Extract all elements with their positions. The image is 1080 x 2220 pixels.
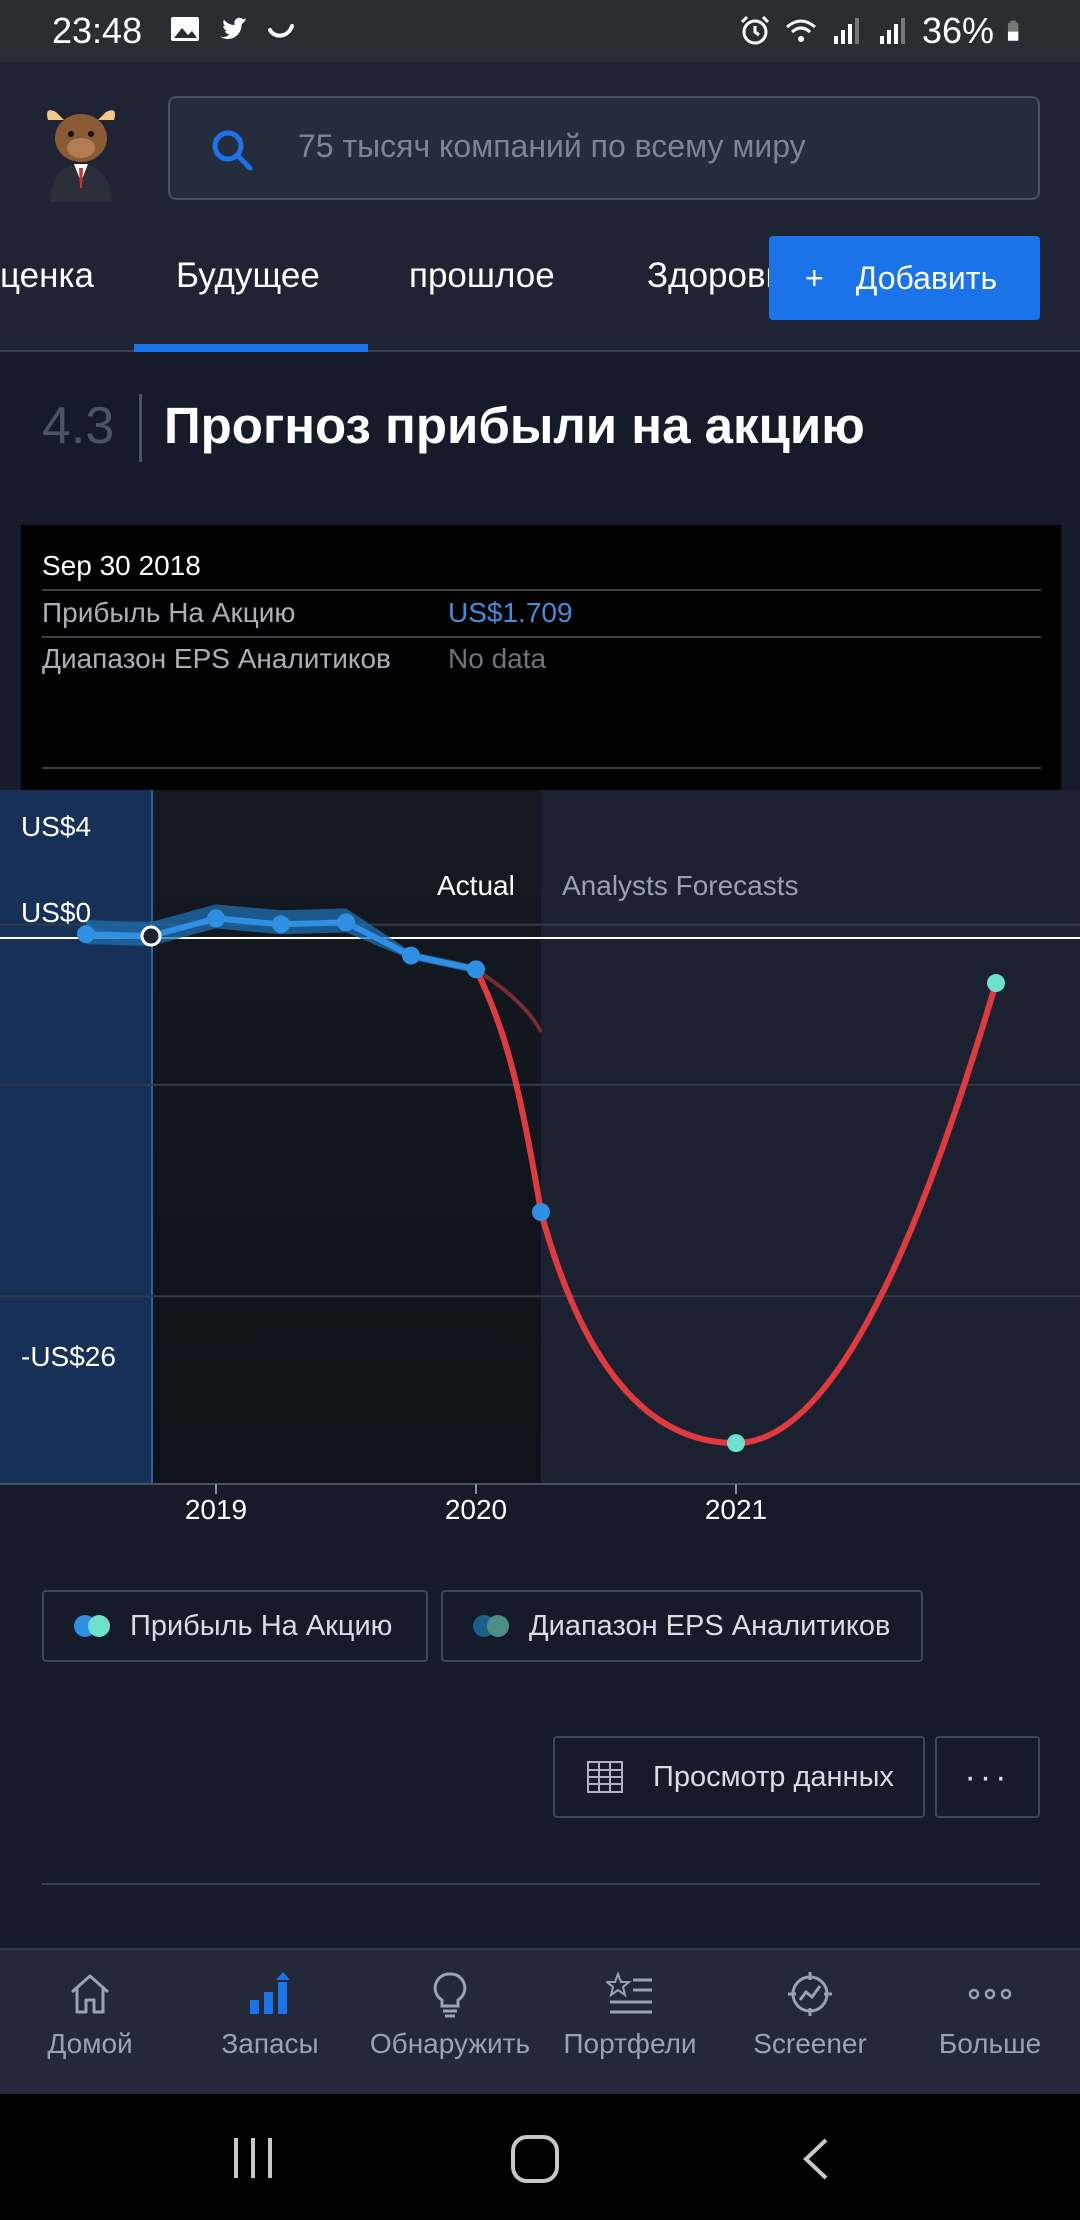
view-data-button[interactable]: Просмотр данных <box>553 1736 925 1818</box>
nav-home[interactable]: Домой <box>0 1970 180 2060</box>
forecast-point[interactable] <box>987 974 1005 993</box>
y-tick-label: US$0 <box>21 897 91 928</box>
battery-percent: 36% <box>921 10 994 51</box>
star-list-icon <box>606 1971 652 2014</box>
eps-point[interactable] <box>402 946 420 965</box>
eps-point[interactable] <box>207 909 225 928</box>
more-options-button[interactable]: ··· <box>935 1736 1040 1818</box>
home-icon <box>71 1974 109 2014</box>
alarm-icon <box>740 15 769 45</box>
eps-point[interactable] <box>337 913 355 932</box>
recent-apps-icon[interactable] <box>230 2136 276 2180</box>
nav-label: Портфели <box>563 2028 697 2059</box>
signal-icon <box>879 18 905 44</box>
nav-label: Больше <box>938 2028 1042 2059</box>
status-time: 23:48 <box>52 10 143 51</box>
eps-selected-point[interactable] <box>140 925 162 947</box>
eps-forecast-chart[interactable]: Actual Analysts Forecasts US$4 US$0 -US$26… <box>0 790 1080 1530</box>
forecast-point[interactable] <box>727 1434 745 1453</box>
section-divider <box>139 394 142 462</box>
app-header: 75 тысяч компаний по всему миру ценка Бу… <box>0 62 1080 352</box>
tooltip-date: Sep 30 2018 <box>42 550 201 581</box>
lightbulb-icon <box>433 1972 467 2018</box>
wifi-icon <box>785 19 816 42</box>
actual-label: Actual <box>437 870 515 901</box>
legend-label: Диапазон EPS Аналитиков <box>529 1609 891 1642</box>
eps-point[interactable] <box>467 960 485 979</box>
system-navigation <box>0 2094 1080 2220</box>
add-button-label: Добавить <box>855 259 998 296</box>
tooltip-eps-value: US$1.709 <box>448 597 573 628</box>
more-dots-icon: ··· <box>964 1757 1011 1796</box>
gallery-icon <box>171 17 199 41</box>
active-tab-indicator <box>134 344 368 352</box>
x-axis-labels: 2019 2020 2021 <box>185 1484 767 1525</box>
forecast-label: Analysts Forecasts <box>562 870 799 901</box>
home-button-icon[interactable] <box>510 2134 560 2184</box>
eps-point[interactable] <box>272 915 290 934</box>
x-tick-label: 2020 <box>445 1494 507 1525</box>
legend-label: Прибыль На Акцию <box>130 1609 393 1642</box>
nav-label: Screener <box>753 2028 867 2059</box>
chart-tooltip: Sep 30 2018 Прибыль На Акцию US$1.709 Ди… <box>21 525 1061 790</box>
legend-item-analyst-range[interactable]: Диапазон EPS Аналитиков <box>441 1590 923 1662</box>
section-number: 4.3 <box>42 397 115 455</box>
legend-swatch-icon <box>74 1615 112 1637</box>
tooltip-range-label: Диапазон EPS Аналитиков <box>42 643 391 674</box>
legend-item-eps[interactable]: Прибыль На Акцию <box>42 1590 428 1662</box>
nav-discover[interactable]: Обнаружить <box>360 1970 540 2060</box>
status-bar: 23:48 36% <box>0 0 1080 62</box>
tab-health[interactable]: Здоровь <box>647 256 784 296</box>
y-tick-label: -US$26 <box>21 1341 116 1372</box>
tooltip-divider <box>42 589 1041 591</box>
tooltip-divider <box>42 636 1041 638</box>
table-icon <box>587 1761 623 1793</box>
tooltip-eps-label: Прибыль На Акцию <box>42 597 296 628</box>
nav-label: Запасы <box>221 2028 319 2059</box>
nav-screener[interactable]: Screener <box>720 1970 900 2060</box>
eps-point[interactable] <box>532 1203 550 1222</box>
tooltip-range-value: No data <box>448 643 547 674</box>
battery-icon <box>1007 20 1019 41</box>
nav-portfolios[interactable]: Портфели <box>540 1970 720 2060</box>
screener-icon <box>788 1972 832 2016</box>
search-placeholder: 75 тысяч компаний по всему миру <box>298 128 806 164</box>
back-icon[interactable] <box>800 2136 830 2182</box>
x-tick-label: 2021 <box>705 1494 767 1525</box>
bar-chart-icon <box>250 1972 290 2014</box>
nav-more[interactable]: Больше <box>900 1970 1080 2060</box>
legend-swatch-icon <box>473 1615 511 1637</box>
add-button[interactable]: + Добавить <box>769 236 1040 320</box>
tab-valuation[interactable]: ценка <box>0 256 94 296</box>
more-icon <box>968 1988 1012 2000</box>
page-title: Прогноз прибыли на акцию <box>164 397 865 454</box>
nav-label: Обнаружить <box>369 2028 531 2059</box>
y-tick-label: US$4 <box>21 811 91 842</box>
tooltip-divider <box>42 767 1041 769</box>
x-tick-label: 2019 <box>185 1494 247 1525</box>
nav-stocks[interactable]: Запасы <box>180 1970 360 2060</box>
tab-past[interactable]: прошлое <box>409 256 555 296</box>
moon-icon <box>268 24 294 38</box>
nav-label: Домой <box>47 2028 133 2059</box>
search-input[interactable]: 75 тысяч компаний по всему миру <box>168 96 1040 200</box>
signal-icon <box>833 18 859 44</box>
bull-logo-icon[interactable] <box>40 102 122 202</box>
search-icon <box>212 130 253 171</box>
bottom-navigation: Домой Запасы Обнаружить Портфели Screene… <box>0 1948 1080 2094</box>
twitter-icon <box>220 17 247 39</box>
selected-range <box>0 790 152 1484</box>
tab-future[interactable]: Будущее <box>176 256 320 296</box>
view-data-label: Просмотр данных <box>653 1760 894 1793</box>
content-divider <box>42 1883 1040 1885</box>
plus-icon: + <box>805 259 824 296</box>
